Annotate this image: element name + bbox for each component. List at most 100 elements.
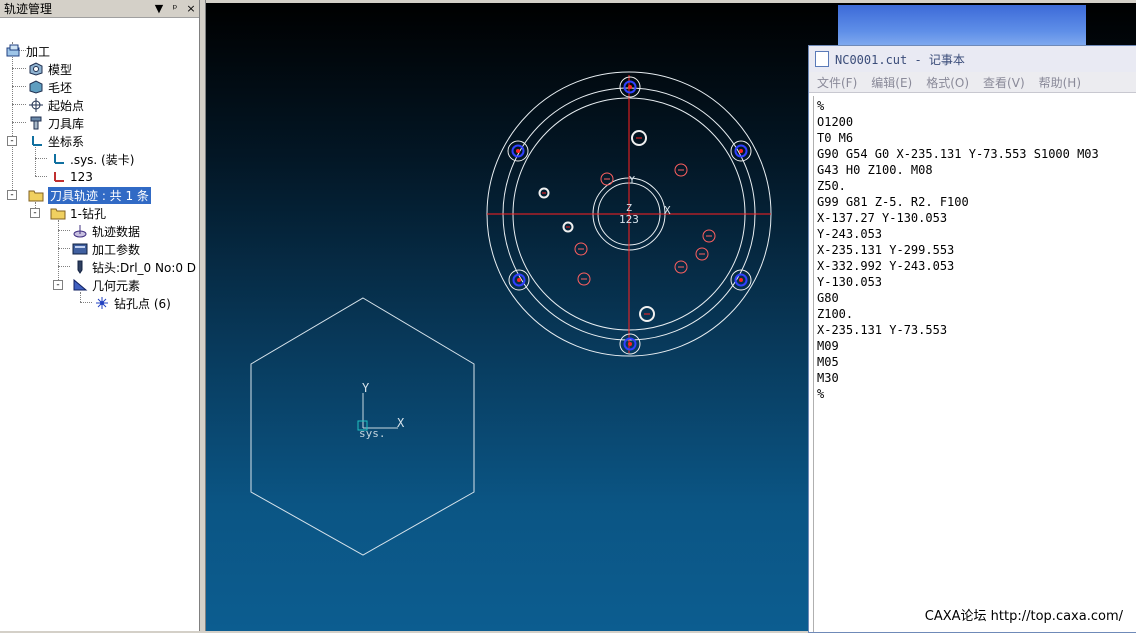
coordinate-icon [54,172,64,182]
nc-code-line: X-332.992 Y-243.053 [817,259,955,273]
tree-line [35,176,47,177]
close-icon[interactable]: × [183,2,199,15]
tree-line [58,248,70,249]
tree-item-start-point[interactable]: 起始点 [28,96,84,114]
pin-icon[interactable]: ᵖ [167,2,183,15]
small-hole [600,172,614,186]
model-icon [29,62,43,76]
trajectory-manager-panel: 轨迹管理 ▼ ᵖ × - - - - 加工 模型 毛坯 起始点 刀具库 坐标系 … [0,0,200,631]
drill-hole [508,269,530,291]
nc-code-line: G99 G81 Z-5. R2. F100 [817,195,969,209]
nc-code-line: X-137.27 Y-130.053 [817,211,948,225]
tree-item-coordinate-system[interactable]: 坐标系 [28,132,84,150]
nc-code-line: X-235.131 Y-299.553 [817,243,955,257]
machining-icon [6,44,20,57]
axis-x-label: X [664,204,671,217]
tree-item-blank[interactable]: 毛坯 [28,78,72,96]
tool-library-icon [30,116,42,130]
tree-line [58,230,70,231]
drill-hole [730,269,752,291]
geometry-icon [73,278,88,291]
coordinate-icon [54,154,64,164]
tree-line [35,158,47,159]
small-hole [631,130,647,146]
tree-line [12,42,13,198]
expand-toggle-coord[interactable]: - [7,136,17,146]
nc-code-line: G43 H0 Z100. M08 [817,163,933,177]
forum-watermark: CAXA论坛 http://top.caxa.com/ [924,609,1123,624]
nc-code-line: X-235.131 Y-73.553 [817,323,948,337]
nc-code-line: Y-130.053 [817,275,883,289]
nc-code-line: T0 M6 [817,131,854,145]
tree-item-drill-bit[interactable]: 钻头:Drl_0 No:0 D [72,258,196,276]
coord-123-label: 123 [619,213,639,226]
small-hole [639,306,655,322]
tree-item-drilling[interactable]: 1-钻孔 [50,204,106,222]
notepad-icon [815,51,829,67]
nc-code-line: G90 G54 G0 X-235.131 Y-73.553 S1000 M03 [817,147,1099,161]
small-hole [574,242,588,256]
tree-item-machining[interactable]: 加工 [6,42,50,60]
small-hole [695,247,709,261]
nc-code-line: G80 [817,291,839,305]
dropdown-icon[interactable]: ▼ [151,2,167,15]
tree-item-model[interactable]: 模型 [28,60,72,78]
menu-edit[interactable]: 编辑(E) [871,74,912,91]
tree-item-geometry[interactable]: 几何元素 [72,276,140,294]
notepad-text-area[interactable]: % O1200 T0 M6 G90 G54 G0 X-235.131 Y-73.553… [813,96,1136,632]
nc-code-line: Z100. [817,307,854,321]
folder-icon [28,190,44,202]
expand-toggle-geometry[interactable]: - [53,280,63,290]
drill-hole [619,76,641,98]
tree-item-sys-coord[interactable]: .sys. (装卡) [50,150,134,168]
menu-file[interactable]: 文件(F) [817,74,857,91]
path-data-icon [73,225,87,238]
sys-x-label: X [397,416,405,430]
flange-part: Z Y X 123 [486,71,772,357]
menu-view[interactable]: 查看(V) [983,74,1025,91]
small-hole [674,163,688,177]
sys-y-label: Y [362,381,370,395]
nc-code-text[interactable]: % O1200 T0 M6 G90 G54 G0 X-235.131 Y-73.553… [814,96,1136,402]
tree-line [12,104,26,105]
notepad-title: NC0001.cut - 记事本 [835,52,965,67]
nc-code-line: M30 [817,371,839,385]
nc-code-line: M09 [817,339,839,353]
tree-item-tool-library[interactable]: 刀具库 [28,114,84,132]
nc-code-line: Y-243.053 [817,227,883,241]
nc-code-line: O1200 [817,115,854,129]
notepad-window[interactable]: NC0001.cut - 记事本 文件(F) 编辑(E) 格式(O) 查看(V)… [808,45,1136,633]
drill-hole [619,333,641,355]
tree-line [58,266,70,267]
tree-item-drill-points[interactable]: 钻孔点 (6) [94,294,171,312]
small-holes [538,130,716,322]
menu-help[interactable]: 帮助(H) [1039,74,1081,91]
start-point-icon [29,98,43,112]
blank-icon [29,80,43,94]
tree-item-path-data[interactable]: 轨迹数据 [72,222,140,240]
folder-icon [50,208,66,220]
small-hole [562,221,574,233]
expand-toggle-drill[interactable]: - [30,208,40,218]
tree-item-coord-123[interactable]: 123 [50,168,93,186]
coordinate-system-icon [32,136,42,146]
parameters-icon [72,243,88,255]
tree-line [12,122,26,123]
drill-hole [507,140,529,162]
nc-code-line: M05 [817,355,839,369]
notepad-titlebar[interactable]: NC0001.cut - 记事本 [809,46,1136,72]
notepad-menubar: 文件(F) 编辑(E) 格式(O) 查看(V) 帮助(H) [809,72,1136,93]
tree-item-toolpath[interactable]: 刀具轨迹 : 共 1 条 [28,186,151,204]
drill-bit-icon [77,260,83,274]
tree-item-machining-params[interactable]: 加工参数 [72,240,140,258]
drill-hole [730,140,752,162]
panel-titlebar: 轨迹管理 ▼ ᵖ × [0,0,199,18]
tree-line [80,302,92,303]
menu-format[interactable]: 格式(O) [926,74,969,91]
small-hole [674,260,688,274]
expand-toggle-toolpath[interactable]: - [7,190,17,200]
nc-code-line: % [817,99,825,113]
small-hole [702,229,716,243]
sys-label: sys. [359,427,386,440]
panel-title: 轨迹管理 [4,2,53,16]
